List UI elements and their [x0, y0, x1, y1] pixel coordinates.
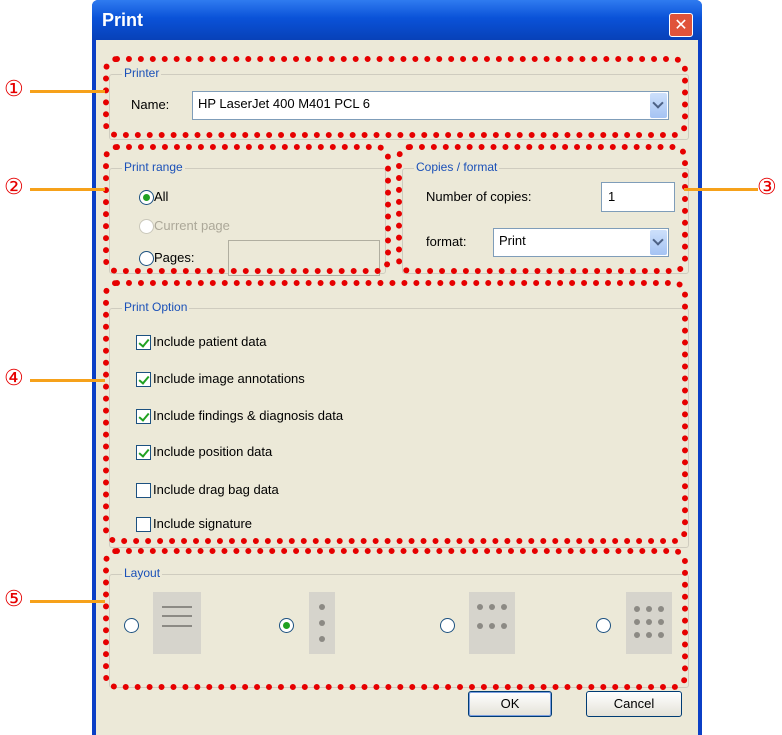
close-icon: ✕ — [674, 15, 688, 34]
callout-1: ① — [4, 77, 24, 102]
callout-2-leader — [30, 188, 105, 191]
callout-2: ② — [4, 175, 24, 200]
callout-4-leader — [30, 379, 105, 382]
callout-4: ④ — [4, 366, 24, 391]
callout-3-leader — [684, 188, 758, 191]
title-bar[interactable]: Print ✕ — [92, 0, 702, 40]
annotation-frame-printer — [103, 56, 688, 138]
annotation-frame-layout — [103, 548, 688, 690]
annotation-frame-copies-format — [396, 144, 688, 274]
callout-5: ⑤ — [4, 587, 24, 612]
callout-5-leader — [30, 600, 105, 603]
cancel-button[interactable]: Cancel — [586, 691, 682, 717]
annotation-frame-print-option — [103, 280, 688, 544]
ok-button[interactable]: OK — [468, 691, 552, 717]
callout-3: ③ — [757, 175, 777, 200]
window-title: Print — [102, 10, 144, 30]
annotation-frame-print-range — [103, 144, 391, 274]
close-button[interactable]: ✕ — [669, 13, 693, 37]
callout-1-leader — [30, 90, 105, 93]
